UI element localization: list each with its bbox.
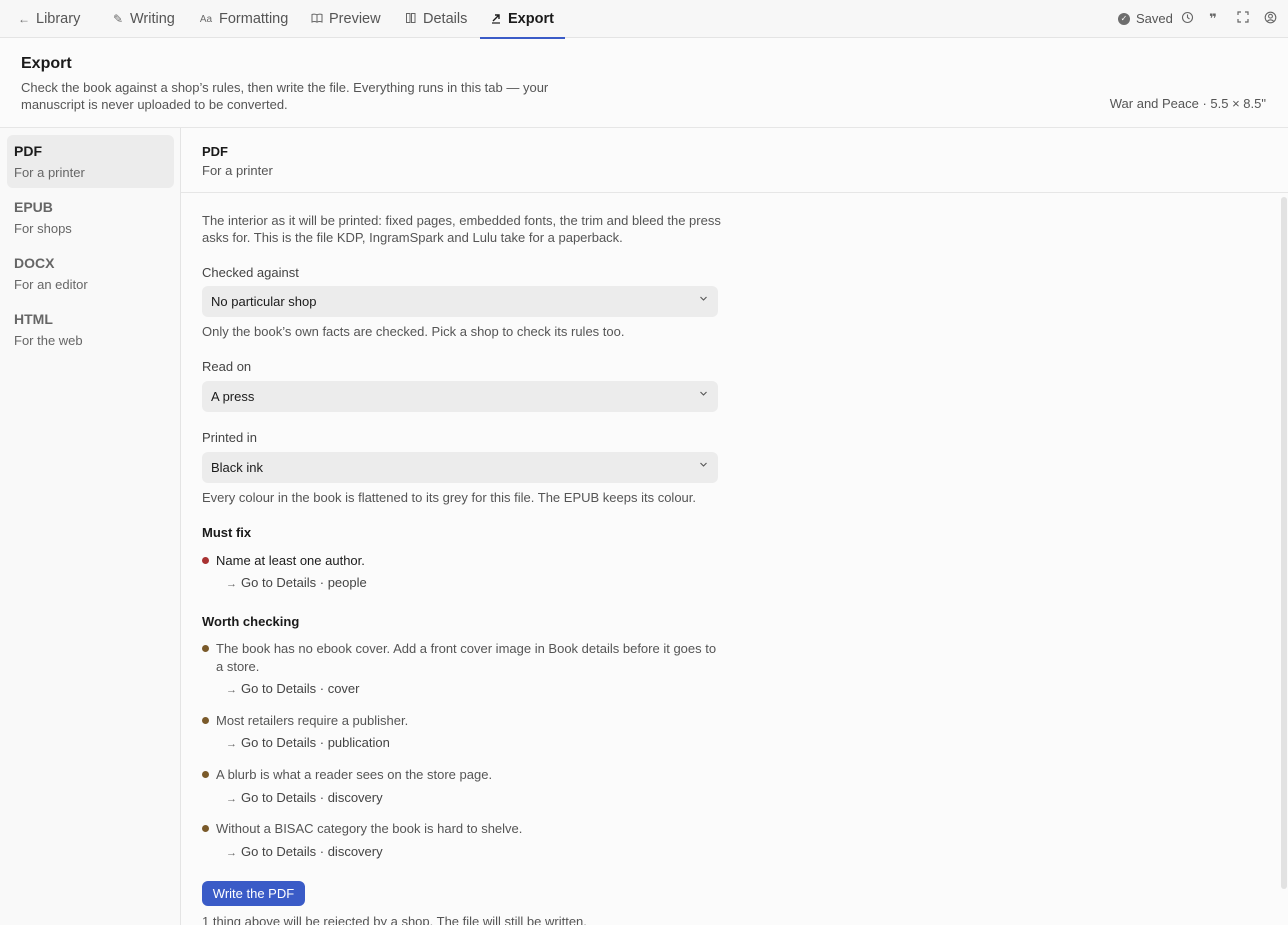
issue-link[interactable]: → Go to Details · people — [226, 575, 367, 590]
must-fix-heading: Must fix — [202, 525, 252, 540]
format-subtitle: For a printer — [202, 163, 273, 178]
save-status: ✓ Saved — [1118, 11, 1173, 26]
top-bar: ← Library ✎ Writing Aa Formatting Previe… — [0, 0, 1288, 39]
scrollbar[interactable] — [1281, 197, 1287, 889]
checked-against-select[interactable]: No particular shop — [202, 286, 718, 317]
page-title: Export — [21, 55, 72, 72]
write-pdf-button[interactable]: Write the PDF — [202, 881, 305, 906]
arrow-right-icon: → — [226, 578, 237, 590]
tab-formatting[interactable]: Aa Formatting — [199, 0, 288, 38]
arrow-right-icon: → — [226, 793, 237, 805]
account-icon[interactable] — [1262, 11, 1278, 27]
format-header: PDF For a printer — [181, 128, 1288, 193]
export-arrow-icon — [490, 12, 502, 27]
printed-in-label: Printed in — [202, 430, 257, 445]
tab-preview[interactable]: Preview — [311, 0, 381, 38]
book-meta: War and Peace · 5.5 × 8.5" — [1109, 96, 1266, 111]
arrow-right-icon: → — [226, 684, 237, 696]
checked-against-help: Only the book’s own facts are checked. P… — [202, 324, 625, 339]
history-icon[interactable] — [1179, 11, 1195, 27]
format-item-html[interactable]: HTML For the web — [7, 303, 174, 356]
read-on-label: Read on — [202, 359, 252, 374]
book-icon — [311, 12, 323, 27]
pencil-icon: ✎ — [112, 12, 124, 26]
format-sub: For an editor — [14, 277, 88, 292]
tab-writing[interactable]: ✎ Writing — [112, 0, 175, 38]
format-sidebar: PDF For a printer EPUB For shops DOCX Fo… — [0, 128, 181, 925]
check-circle-icon: ✓ — [1118, 12, 1130, 25]
tab-label: Export — [508, 11, 554, 27]
format-title: PDF — [202, 144, 228, 159]
chevron-down-icon — [699, 389, 708, 400]
format-sub: For the web — [14, 333, 83, 348]
issue-text: Most retailers require a publisher. — [216, 713, 409, 728]
details-icon — [405, 12, 417, 27]
issue-link[interactable]: → Go to Details · discovery — [226, 844, 383, 859]
issue-text: Name at least one author. — [216, 553, 365, 568]
save-status-label: Saved — [1136, 11, 1173, 26]
issue-link[interactable]: → Go to Details · discovery — [226, 790, 383, 805]
tab-library[interactable]: ← Library — [18, 0, 80, 38]
fullscreen-icon[interactable] — [1235, 11, 1251, 27]
issue-text: Without a BISAC category the book is har… — [216, 821, 523, 836]
format-name: DOCX — [14, 255, 55, 271]
tab-label: Preview — [329, 11, 381, 27]
issue-text: A blurb is what a reader sees on the sto… — [216, 767, 493, 782]
issue-text: The book has no ebook cover. Add a front… — [216, 641, 717, 674]
format-item-pdf[interactable]: PDF For a printer — [7, 135, 174, 188]
tab-label: Details — [423, 11, 468, 27]
format-intro: The interior as it will be printed: fixe… — [202, 213, 721, 245]
printed-in-select[interactable]: Black ink — [202, 452, 718, 483]
format-name: HTML — [14, 311, 53, 327]
arrow-right-icon: → — [226, 847, 237, 859]
chevron-down-icon — [699, 294, 708, 305]
text-format-icon: Aa — [199, 13, 213, 25]
warning-bullet — [202, 825, 209, 832]
footer-note: 1 thing above will be rejected by a shop… — [202, 914, 587, 925]
worth-checking-heading: Worth checking — [202, 614, 300, 629]
select-value: No particular shop — [211, 294, 317, 309]
warning-bullet — [202, 771, 209, 778]
tab-details[interactable]: Details — [405, 0, 467, 38]
issue-link[interactable]: → Go to Details · publication — [226, 735, 390, 750]
tab-label: Library — [36, 11, 81, 27]
quote-icon[interactable]: ❞ — [1205, 11, 1221, 27]
issue-link[interactable]: → Go to Details · cover — [226, 681, 360, 696]
format-name: EPUB — [14, 199, 53, 215]
format-name: PDF — [14, 143, 42, 159]
tab-label: Writing — [130, 11, 175, 27]
read-on-select[interactable]: A press — [202, 381, 718, 412]
printed-in-help: Every colour in the book is flattened to… — [202, 490, 696, 505]
arrow-left-icon: ← — [18, 12, 30, 26]
select-value: Black ink — [211, 460, 264, 475]
select-value: A press — [211, 389, 255, 404]
arrow-right-icon: → — [226, 738, 237, 750]
tab-label: Formatting — [219, 11, 289, 27]
error-bullet — [202, 557, 209, 564]
tab-export[interactable]: Export — [480, 0, 565, 39]
warning-bullet — [202, 717, 209, 724]
page-description: Check the book against a shop’s rules, t… — [21, 80, 549, 112]
format-item-docx[interactable]: DOCX For an editor — [7, 247, 174, 300]
format-sub: For shops — [14, 221, 72, 236]
checked-against-label: Checked against — [202, 265, 299, 280]
warning-bullet — [202, 645, 209, 652]
format-sub: For a printer — [14, 165, 85, 180]
chevron-down-icon — [699, 460, 708, 471]
format-item-epub[interactable]: EPUB For shops — [7, 191, 174, 244]
